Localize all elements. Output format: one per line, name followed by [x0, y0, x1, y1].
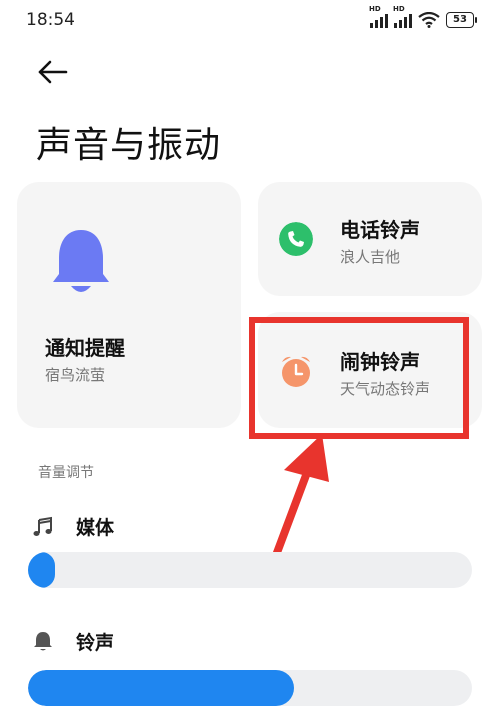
alarm-ringtone-card[interactable]: 闹钟铃声 天气动态铃声	[258, 312, 482, 428]
ringtone-volume-label: 铃声	[76, 632, 115, 654]
status-time: 18:54	[26, 10, 75, 30]
notification-card-subtitle: 宿鸟流萤	[45, 366, 106, 384]
signal-icon: HD	[393, 5, 412, 28]
media-volume-label: 媒体	[76, 517, 115, 539]
alarm-clock-icon	[282, 356, 310, 387]
signal-icon: HD	[369, 5, 388, 28]
small-bell-icon	[34, 632, 52, 651]
media-volume-fill	[28, 552, 55, 588]
hd-label: HD	[393, 5, 405, 13]
back-button[interactable]	[34, 56, 74, 90]
volume-section-label: 音量调节	[38, 465, 94, 481]
page-title: 声音与振动	[36, 125, 222, 166]
status-bar: 18:54 HD HD 53	[0, 0, 500, 40]
battery-icon: 53	[446, 12, 477, 28]
phone-ringtone-card[interactable]: 电话铃声 浪人吉他	[258, 182, 482, 296]
ringtone-volume-fill	[28, 670, 295, 706]
hd-label: HD	[369, 5, 381, 13]
alarm-card-subtitle: 天气动态铃声	[340, 380, 431, 398]
battery-level: 53	[453, 14, 467, 25]
alarm-card-title: 闹钟铃声	[340, 350, 420, 374]
wifi-icon	[418, 12, 440, 28]
ringtone-volume-slider[interactable]	[28, 670, 472, 706]
back-arrow-icon	[38, 60, 68, 84]
phone-icon	[279, 222, 313, 256]
notification-sound-card[interactable]: 通知提醒 宿鸟流萤	[17, 182, 241, 428]
phone-card-title: 电话铃声	[340, 218, 420, 242]
bell-icon	[53, 230, 109, 292]
music-note-icon	[33, 516, 52, 536]
phone-card-subtitle: 浪人吉他	[340, 248, 401, 266]
status-icons: HD HD 53	[369, 5, 477, 30]
notification-card-title: 通知提醒	[45, 336, 125, 360]
media-volume-slider[interactable]	[28, 552, 472, 588]
